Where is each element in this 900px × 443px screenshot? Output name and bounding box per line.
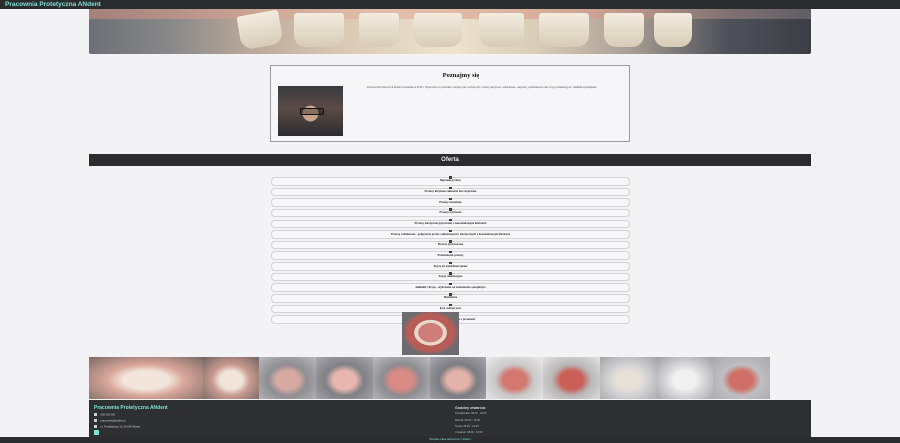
phone-icon [94, 413, 97, 416]
about-title: Poznajmy się [442, 72, 480, 79]
footer-title: Pracownia Protetyczna ANdent [94, 405, 168, 411]
facebook-icon[interactable] [94, 430, 99, 435]
offer-item: Nakładki i Szyny - wykonanie na zamówien… [271, 282, 630, 292]
offer-item-label: Protezy nylonowe [439, 211, 462, 215]
offer-item: Protezy tymczasowe [271, 240, 630, 250]
offer-item: Podścielenie protezy [271, 250, 630, 260]
gallery-partial-denture-photo-3[interactable] [713, 357, 770, 399]
gallery-full-denture-photo[interactable] [486, 357, 543, 399]
offer-item-label: Protezy tymczasowe [437, 243, 464, 247]
offer-item-label: Protezy szkieletowe - połączenie protez … [390, 232, 511, 236]
footer-hour: Środa: 08:00 - 16:00 [455, 425, 479, 428]
footer: Pracownia Protetyczna ANdent 600 000 000… [89, 400, 811, 437]
footer-address: ul. Przykładowa 10, 00-000 Miasto [94, 425, 140, 429]
about-text: Pracownia Protetyczna ANdent powstała w … [366, 86, 598, 89]
gallery-partial-denture-photo-2[interactable] [316, 357, 373, 399]
gallery [89, 357, 770, 399]
offer-item: Protezy akrylowe całkowite lub częściowe [271, 187, 630, 197]
gallery-skeleton-denture-photo[interactable] [372, 357, 430, 399]
offer-item: Wybielanie [271, 293, 630, 303]
footer-phone-text: 600 000 000 [100, 413, 115, 417]
footer-hours-title: Godziny otwarcia: [455, 406, 486, 410]
hero-tooth [539, 13, 589, 47]
footer-phone[interactable]: 600 000 000 [94, 413, 115, 417]
hero-tooth [294, 13, 344, 47]
hero-tooth [236, 9, 284, 51]
gallery-bleaching-tray-photo[interactable] [599, 357, 657, 399]
footer-email-text: pracownia@andent.pl [100, 419, 126, 423]
offer-item-label: Protezy elastyczne (nylonowe) z bezmetal… [414, 221, 487, 225]
about-card: Poznajmy się Pracownia Protetyczna ANden… [270, 65, 630, 142]
offer-item: Szyny relaksacyjne [271, 272, 630, 282]
denture-center-image [402, 312, 459, 355]
offer-item-label: Protezy akrylowe całkowite lub częściowe [424, 190, 477, 194]
top-bar: Pracownia Protetyczna ANdent [0, 0, 900, 9]
hero-tooth [654, 13, 692, 47]
offer-item: Naprawa protezy [271, 176, 630, 186]
gallery-acrylic-denture-photo[interactable] [429, 357, 487, 399]
offer-list: Naprawa protezy Protezy akrylowe całkowit… [271, 176, 630, 326]
offer-item-label: Wybielanie [443, 296, 458, 300]
offer-item-label: Nakładki i Szyny - wykonanie na zamówien… [415, 285, 486, 289]
offer-item-label: Protezy acetalowe [439, 200, 462, 204]
photo-glasses [300, 108, 324, 115]
footer-address-text: ul. Przykładowa 10, 00-000 Miasto [100, 425, 141, 429]
about-photo [278, 86, 343, 136]
offer-item: Protezy nylonowe [271, 208, 630, 218]
offer-item: Protezy acetalowe [271, 197, 630, 207]
copyright: Wszelkie prawa zastrzeżone © ANdent [0, 437, 900, 443]
mail-icon [94, 419, 97, 422]
gallery-partial-denture-photo[interactable] [259, 357, 316, 399]
pin-icon [94, 425, 97, 428]
offer-item-label: Podścielenie protezy [437, 253, 464, 257]
hero-tooth [359, 13, 399, 47]
footer-email[interactable]: pracownia@andent.pl [94, 419, 126, 423]
brand-logo[interactable]: Pracownia Protetyczna ANdent [5, 0, 101, 9]
gallery-denture-photo-2[interactable] [656, 357, 714, 399]
gallery-model-photo[interactable] [543, 357, 600, 399]
gallery-denture-photo[interactable] [202, 357, 260, 399]
offer-item: Szyny do wybielania zębów [271, 261, 630, 271]
hero-tooth [414, 13, 462, 47]
footer-hour: Czwartek: 08:00 - 16:00 [455, 431, 483, 434]
offer-item-label: Szyny relaksacyjne [438, 275, 463, 279]
footer-hour: Wtorek: 08:00 - 16:00 [455, 419, 480, 422]
hero-banner [89, 9, 811, 54]
offer-item-label: Naprawa protezy [440, 179, 461, 183]
offer-item-label: Inne rodzaje prac [439, 307, 462, 311]
offer-item-label: Szyny do wybielania zębów [433, 264, 468, 268]
gallery-smile-photo[interactable] [89, 357, 203, 399]
offer-item: Protezy szkieletowe - połączenie protez … [271, 229, 630, 239]
offer-header: Oferta [89, 154, 811, 166]
hero-tooth [479, 13, 524, 47]
hero-tooth [604, 13, 644, 47]
offer-item: Protezy elastyczne (nylonowe) z bezmetal… [271, 218, 630, 229]
footer-hour: Poniedziałek: 08:00 - 16:00 [455, 412, 487, 415]
